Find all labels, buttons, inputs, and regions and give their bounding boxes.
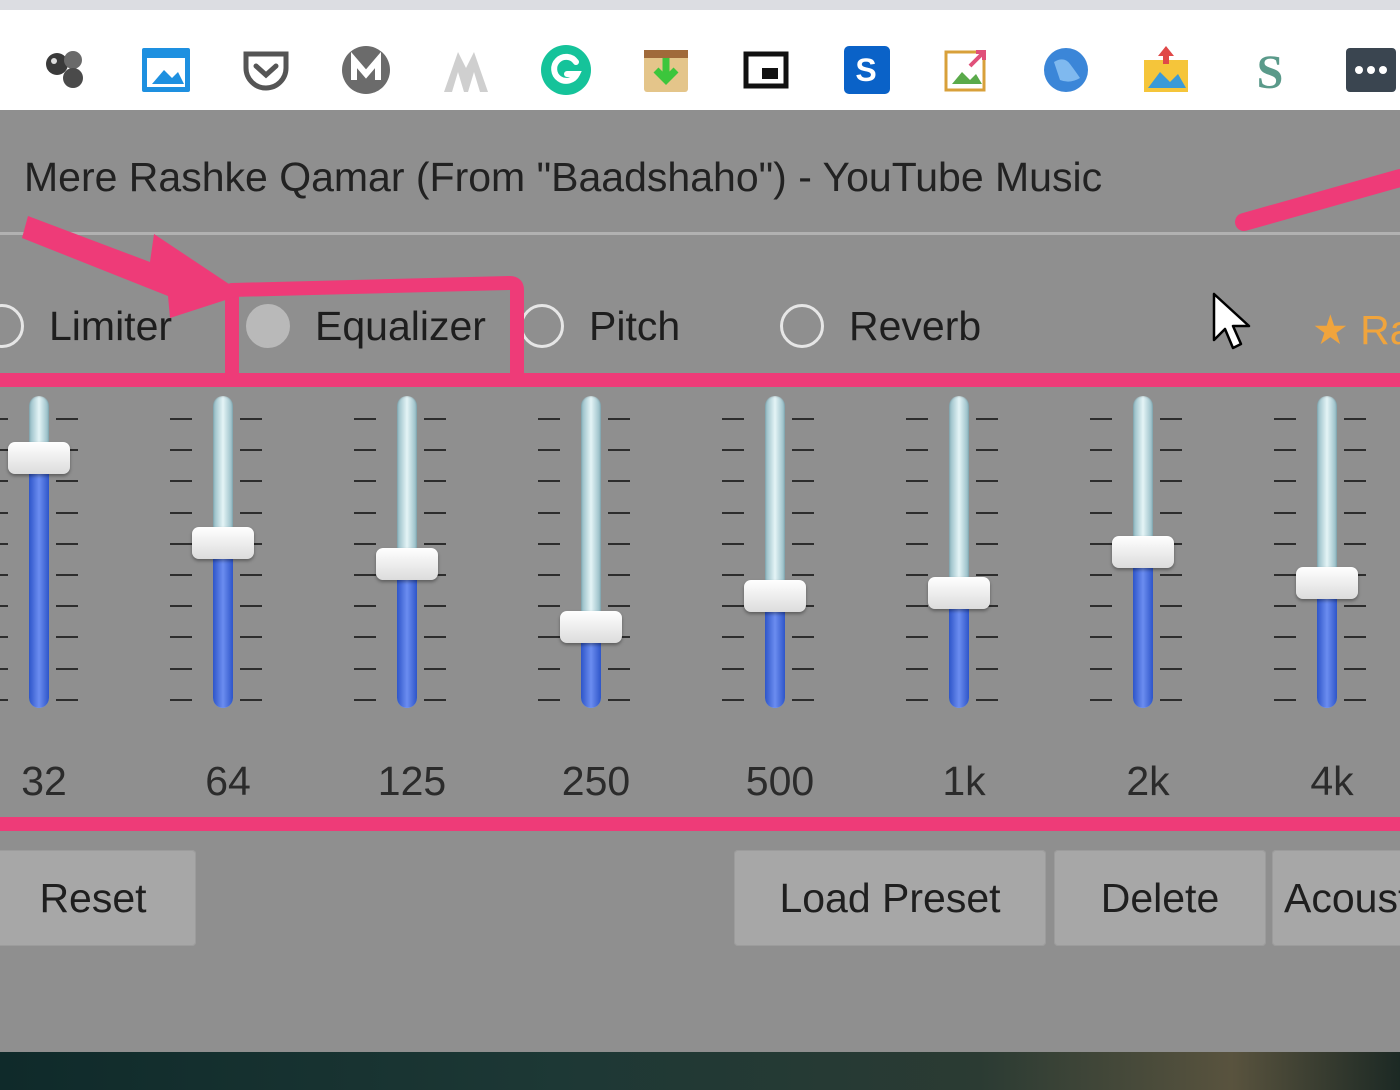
slider-ticks: [354, 418, 376, 730]
slider-fill: [765, 595, 785, 708]
svg-text:S: S: [855, 52, 876, 88]
eq-band-1k: 1k: [904, 388, 1024, 808]
slider-ticks: [170, 418, 192, 730]
mode-label: Reverb: [849, 302, 982, 349]
mega-m-icon[interactable]: [340, 44, 392, 96]
window-screenshot-icon[interactable]: [140, 44, 192, 96]
radio-icon[interactable]: [0, 304, 24, 348]
mouse-cursor-icon: [1212, 292, 1251, 350]
slider-thumb[interactable]: [560, 610, 622, 643]
slider-fill: [397, 564, 417, 708]
delete-button[interactable]: Delete: [1054, 850, 1266, 946]
eq-band-250: 250: [536, 388, 656, 808]
extensions-toolbar: S S: [0, 0, 1400, 110]
band-frequency-label: 2k: [1126, 758, 1170, 804]
download-box-icon[interactable]: [640, 44, 692, 96]
mode-reverb[interactable]: Reverb: [780, 296, 981, 356]
audio-effects-panel: Mere Rashke Qamar (From "Baadshaho") - Y…: [0, 110, 1400, 1052]
more-dots-icon[interactable]: [1344, 44, 1396, 96]
eq-band-125: 125: [352, 388, 472, 808]
svg-text:S: S: [1257, 46, 1284, 96]
slider-ticks: [906, 418, 928, 730]
slider-ticks: [792, 418, 814, 730]
mode-label: Pitch: [589, 302, 681, 349]
image-export-icon[interactable]: [940, 44, 992, 96]
band-frequency-label: 1k: [942, 758, 986, 804]
slider-thumb[interactable]: [1112, 536, 1174, 568]
slider-fill: [949, 592, 969, 708]
slider-ticks: [722, 418, 744, 730]
picture-in-picture-icon[interactable]: [740, 44, 792, 96]
eq-band-32: 32: [0, 388, 104, 808]
slider-track[interactable]: [765, 396, 785, 708]
blue-s-icon[interactable]: S: [840, 44, 892, 96]
mountain-logo-icon[interactable]: [440, 44, 492, 96]
radio-selected-icon[interactable]: [246, 304, 290, 348]
slider-ticks: [1090, 418, 1112, 730]
eq-band-4k: 4k: [1272, 388, 1392, 808]
slider-thumb[interactable]: [744, 579, 806, 612]
reset-button[interactable]: Reset: [0, 850, 196, 946]
desktop-background: [0, 1052, 1400, 1090]
slider-ticks: [240, 418, 262, 730]
slider-thumb[interactable]: [192, 526, 254, 559]
slider-ticks: [976, 418, 998, 730]
eq-band-64: 64: [168, 388, 288, 808]
slider-track[interactable]: [1317, 396, 1337, 708]
stylish-s-icon[interactable]: S: [1244, 44, 1296, 96]
grammarly-icon[interactable]: [540, 44, 592, 96]
eq-band-500: 500: [720, 388, 840, 808]
band-frequency-label: 32: [21, 758, 67, 804]
band-frequency-label: 64: [205, 758, 251, 804]
slider-fill: [1133, 552, 1153, 708]
load-preset-button[interactable]: Load Preset: [734, 850, 1046, 946]
mode-label: Equalizer: [315, 302, 486, 349]
band-frequency-label: 125: [377, 758, 447, 804]
title-divider: [0, 232, 1400, 235]
band-frequency-label: 4k: [1310, 758, 1354, 804]
tab-title: Mere Rashke Qamar (From "Baadshaho") - Y…: [24, 154, 1103, 200]
pocket-icon[interactable]: [240, 44, 292, 96]
slider-ticks: [1160, 418, 1182, 730]
mode-limiter[interactable]: Limiter: [0, 296, 172, 356]
band-frequency-label: 250: [561, 758, 631, 804]
slider-ticks: [0, 418, 8, 730]
slider-fill: [29, 458, 49, 708]
slider-track[interactable]: [949, 396, 969, 708]
slider-thumb[interactable]: [1296, 567, 1358, 600]
slider-ticks: [1274, 418, 1296, 730]
mode-equalizer[interactable]: Equalizer: [246, 296, 486, 356]
slider-thumb[interactable]: [376, 548, 438, 581]
slider-thumb[interactable]: [928, 576, 990, 609]
slider-thumb[interactable]: [8, 442, 70, 475]
orbs-icon[interactable]: [40, 44, 92, 96]
photo-upload-icon[interactable]: [1140, 44, 1192, 96]
slider-ticks: [608, 418, 630, 730]
slider-fill: [213, 542, 233, 708]
slider-fill: [1317, 583, 1337, 708]
mode-label: Limiter: [49, 302, 173, 349]
rate-link[interactable]: ★ Ra: [1312, 306, 1400, 354]
equalizer-sliders: 32 64 125 250 500 1k 2k 4k: [0, 388, 1400, 808]
mode-pitch[interactable]: Pitch: [520, 296, 680, 356]
globe-icon[interactable]: [1040, 44, 1092, 96]
radio-icon[interactable]: [520, 304, 564, 348]
radio-icon[interactable]: [780, 304, 824, 348]
eq-band-2k: 2k: [1088, 388, 1208, 808]
acoustic-preset-button[interactable]: Acoust: [1272, 850, 1400, 946]
band-frequency-label: 500: [745, 758, 815, 804]
slider-track[interactable]: [581, 396, 601, 708]
slider-ticks: [538, 418, 560, 730]
